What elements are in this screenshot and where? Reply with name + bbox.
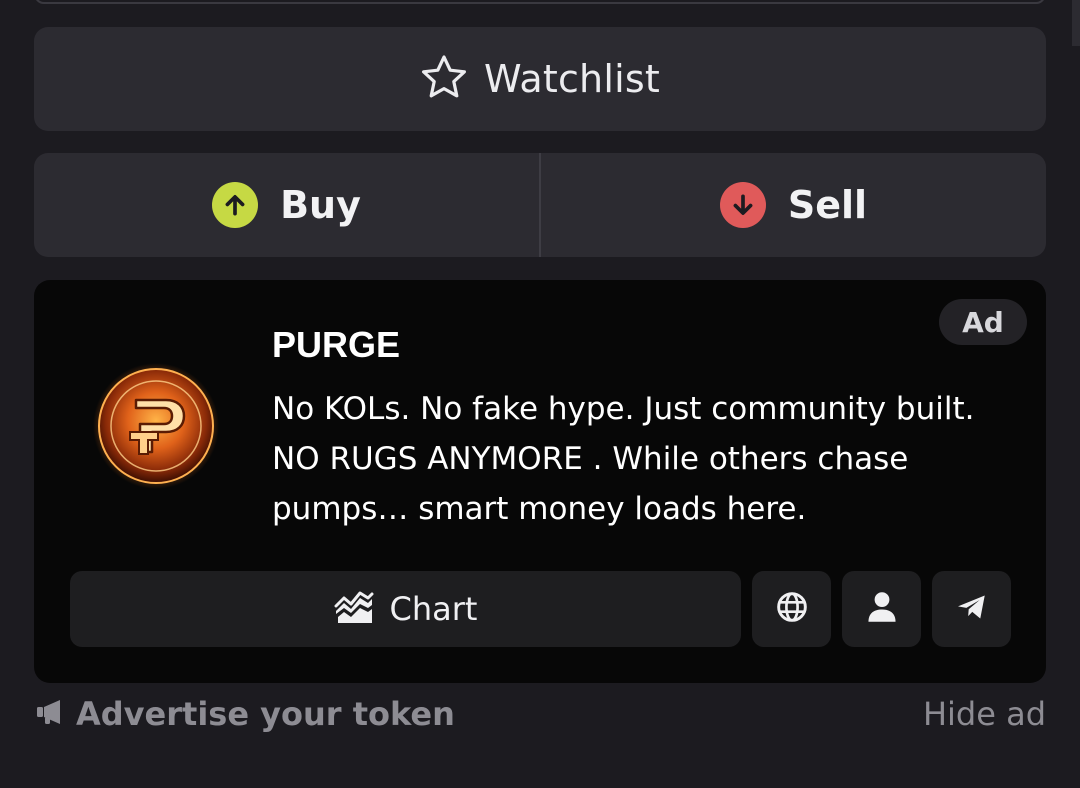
token-name: PURGE	[272, 324, 401, 365]
ad-card: Ad PURGE No KOLs. No fake hype. Just com…	[34, 280, 1046, 683]
chart-label: Chart	[389, 590, 478, 628]
telegram-button[interactable]	[932, 571, 1011, 647]
arrow-up-circle-icon	[212, 182, 259, 228]
arrow-down-circle-icon	[719, 182, 766, 228]
advertise-link[interactable]: Advertise your token	[36, 694, 455, 734]
watchlist-button[interactable]: Watchlist	[34, 27, 1046, 131]
buy-label: Buy	[280, 183, 361, 227]
token-description: No KOLs. No fake hype. Just community bu…	[272, 391, 975, 527]
star-outline-icon	[420, 54, 468, 104]
hide-ad-link[interactable]: Hide ad	[923, 694, 1046, 734]
ad-badge: Ad	[939, 299, 1027, 345]
globe-icon	[776, 591, 808, 627]
user-icon	[867, 591, 897, 627]
token-sidebar-panel: Watchlist Buy Sell Ad PURGE No KOLs. No …	[0, 0, 1080, 788]
sell-label: Sell	[787, 183, 868, 227]
scrollbar[interactable]	[1072, 0, 1080, 46]
purge-coin-logo	[92, 362, 220, 490]
top-field-edge	[34, 0, 1046, 4]
profile-button[interactable]	[842, 571, 921, 647]
watchlist-label: Watchlist	[484, 57, 660, 101]
chart-area-icon	[334, 589, 374, 629]
advertise-label: Advertise your token	[76, 695, 455, 733]
sell-button[interactable]: Sell	[541, 153, 1046, 257]
trade-buttons: Buy Sell	[34, 153, 1046, 257]
buy-button[interactable]: Buy	[34, 153, 539, 257]
megaphone-icon	[36, 699, 66, 729]
telegram-icon	[956, 593, 988, 625]
website-button[interactable]	[752, 571, 831, 647]
chart-button[interactable]: Chart	[70, 571, 741, 647]
